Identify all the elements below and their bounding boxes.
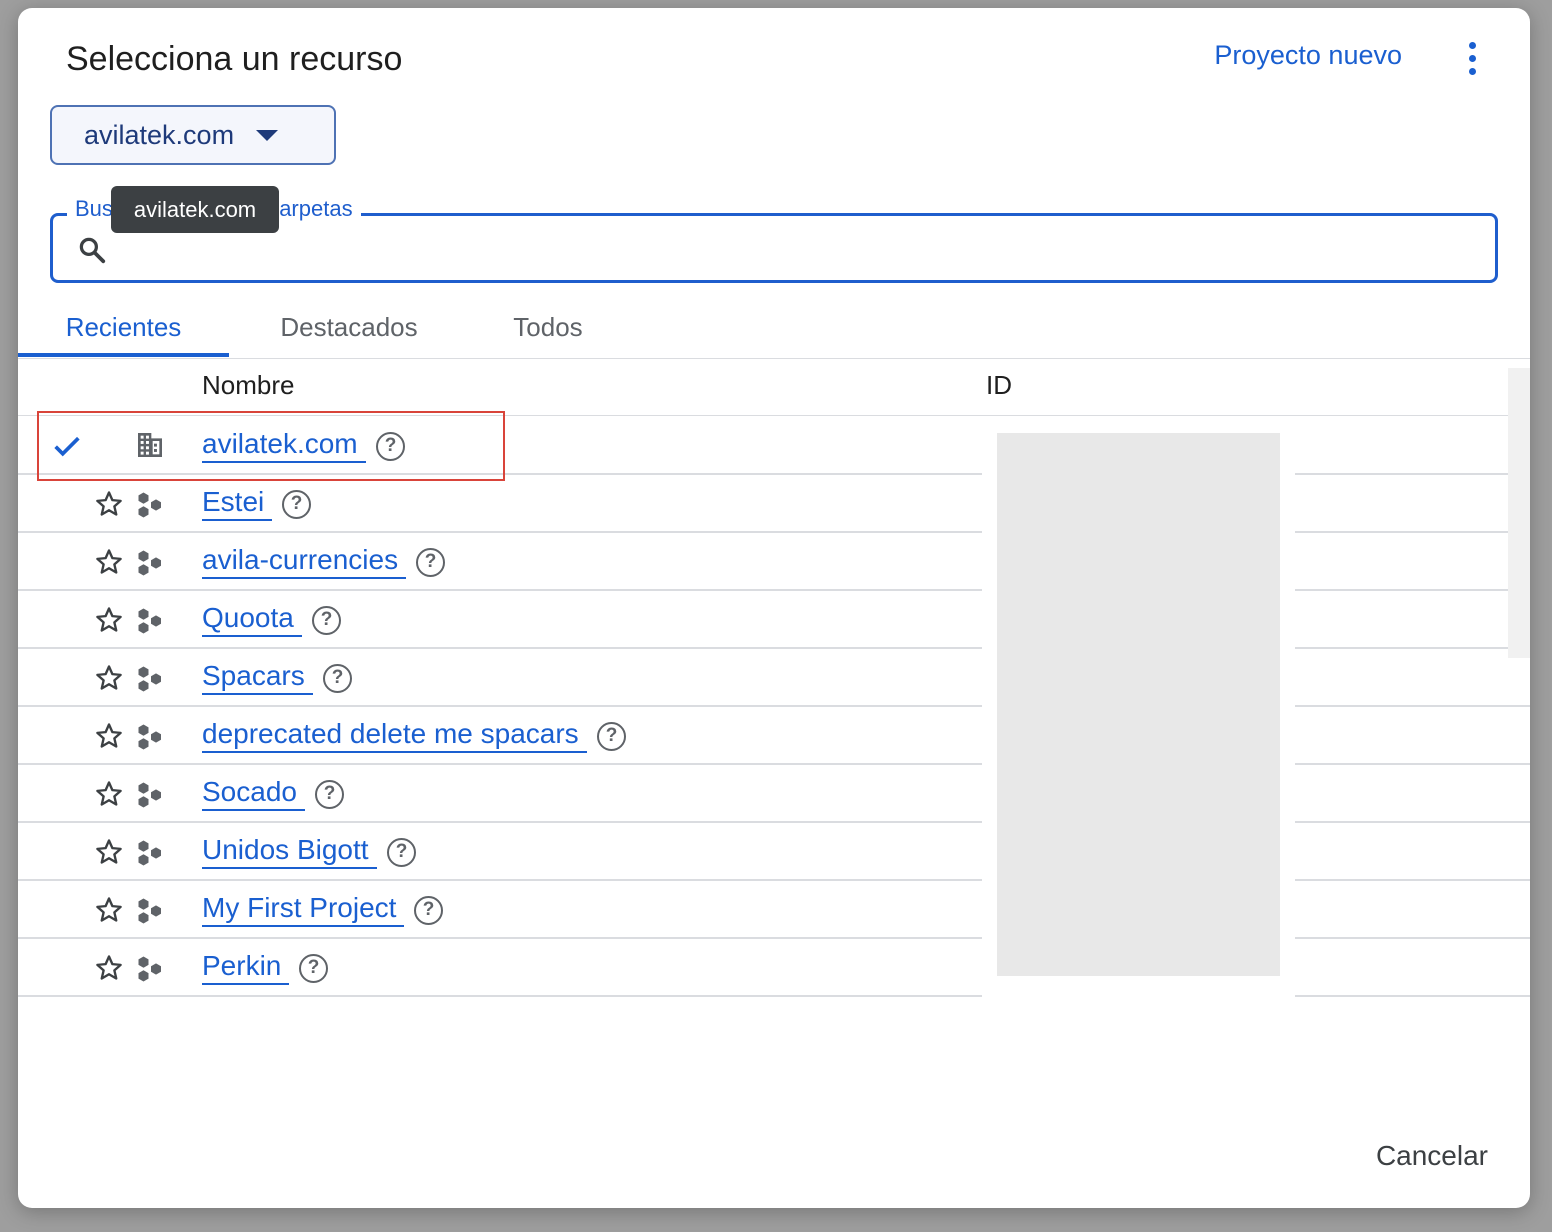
dialog-title: Selecciona un recurso xyxy=(66,40,403,78)
select-resource-dialog: Selecciona un recurso Proyecto nuevo avi… xyxy=(18,8,1530,1208)
search-input[interactable] xyxy=(123,226,1467,272)
star-icon[interactable] xyxy=(94,953,124,983)
star-icon[interactable] xyxy=(94,547,124,577)
resource-name-link[interactable]: avila-currencies xyxy=(202,545,407,579)
table-row[interactable]: Estei? xyxy=(18,475,1530,533)
resource-name-link[interactable]: deprecated delete me spacars xyxy=(202,719,587,753)
table-row[interactable]: Perkin? xyxy=(18,939,1530,997)
resource-name-link[interactable]: Unidos Bigott xyxy=(202,835,377,869)
row-divider xyxy=(1295,995,1530,997)
project-icon xyxy=(136,606,166,636)
search-icon xyxy=(79,237,106,264)
star-icon[interactable] xyxy=(94,489,124,519)
tab-recientes[interactable]: Recientes xyxy=(18,298,229,357)
column-header-name[interactable]: Nombre xyxy=(202,370,294,401)
help-icon[interactable]: ? xyxy=(315,780,344,809)
project-icon xyxy=(136,722,166,752)
tab-destacados[interactable]: Destacados xyxy=(249,298,449,356)
table-row[interactable]: Spacars? xyxy=(18,649,1530,707)
help-icon[interactable]: ? xyxy=(414,896,443,925)
scrollbar-track[interactable] xyxy=(1508,368,1530,658)
table-row[interactable]: Unidos Bigott? xyxy=(18,823,1530,881)
column-header-id[interactable]: ID xyxy=(986,370,1012,401)
cancel-button[interactable]: Cancelar xyxy=(1376,1140,1488,1172)
table-row[interactable]: My First Project? xyxy=(18,881,1530,939)
star-icon[interactable] xyxy=(94,837,124,867)
help-icon[interactable]: ? xyxy=(597,722,626,751)
star-icon[interactable] xyxy=(94,779,124,809)
table-row[interactable]: deprecated delete me spacars? xyxy=(18,707,1530,765)
table-row[interactable]: Quoota? xyxy=(18,591,1530,649)
organization-select-value: avilatek.com xyxy=(84,119,235,150)
help-icon[interactable]: ? xyxy=(312,606,341,635)
project-icon xyxy=(136,490,166,520)
help-icon[interactable]: ? xyxy=(299,954,328,983)
resource-name-link[interactable]: Socado xyxy=(202,777,305,811)
star-icon[interactable] xyxy=(94,895,124,925)
project-icon xyxy=(136,838,166,868)
star-icon[interactable] xyxy=(94,663,124,693)
tab-todos[interactable]: Todos xyxy=(488,298,608,356)
project-icon xyxy=(136,896,166,926)
help-icon[interactable]: ? xyxy=(416,548,445,577)
star-icon[interactable] xyxy=(94,721,124,751)
help-icon[interactable]: ? xyxy=(387,838,416,867)
dropdown-arrow-icon xyxy=(256,129,279,141)
project-icon xyxy=(136,664,166,694)
table-row[interactable]: avila-currencies? xyxy=(18,533,1530,591)
table-row[interactable]: Socado? xyxy=(18,765,1530,823)
project-icon xyxy=(136,954,166,984)
row-divider xyxy=(18,995,982,997)
help-icon[interactable]: ? xyxy=(323,664,352,693)
resource-name-link[interactable]: Spacars xyxy=(202,661,313,695)
more-vert-icon[interactable] xyxy=(1450,36,1494,80)
resource-name-link[interactable]: Quoota xyxy=(202,603,302,637)
new-project-button[interactable]: Proyecto nuevo xyxy=(1214,40,1402,71)
help-icon[interactable]: ? xyxy=(282,490,311,519)
resource-name-link[interactable]: Perkin xyxy=(202,951,290,985)
star-icon[interactable] xyxy=(94,605,124,635)
selected-row-highlight xyxy=(37,411,505,481)
id-column-redacted xyxy=(997,433,1280,976)
organization-select[interactable]: avilatek.com xyxy=(50,105,336,165)
tab-bar: Recientes Destacados Todos xyxy=(18,298,1530,359)
project-icon xyxy=(136,780,166,810)
resource-name-link[interactable]: My First Project xyxy=(202,893,405,927)
tooltip: avilatek.com xyxy=(111,186,279,233)
resource-name-link[interactable]: Estei xyxy=(202,487,273,521)
project-icon xyxy=(136,548,166,578)
